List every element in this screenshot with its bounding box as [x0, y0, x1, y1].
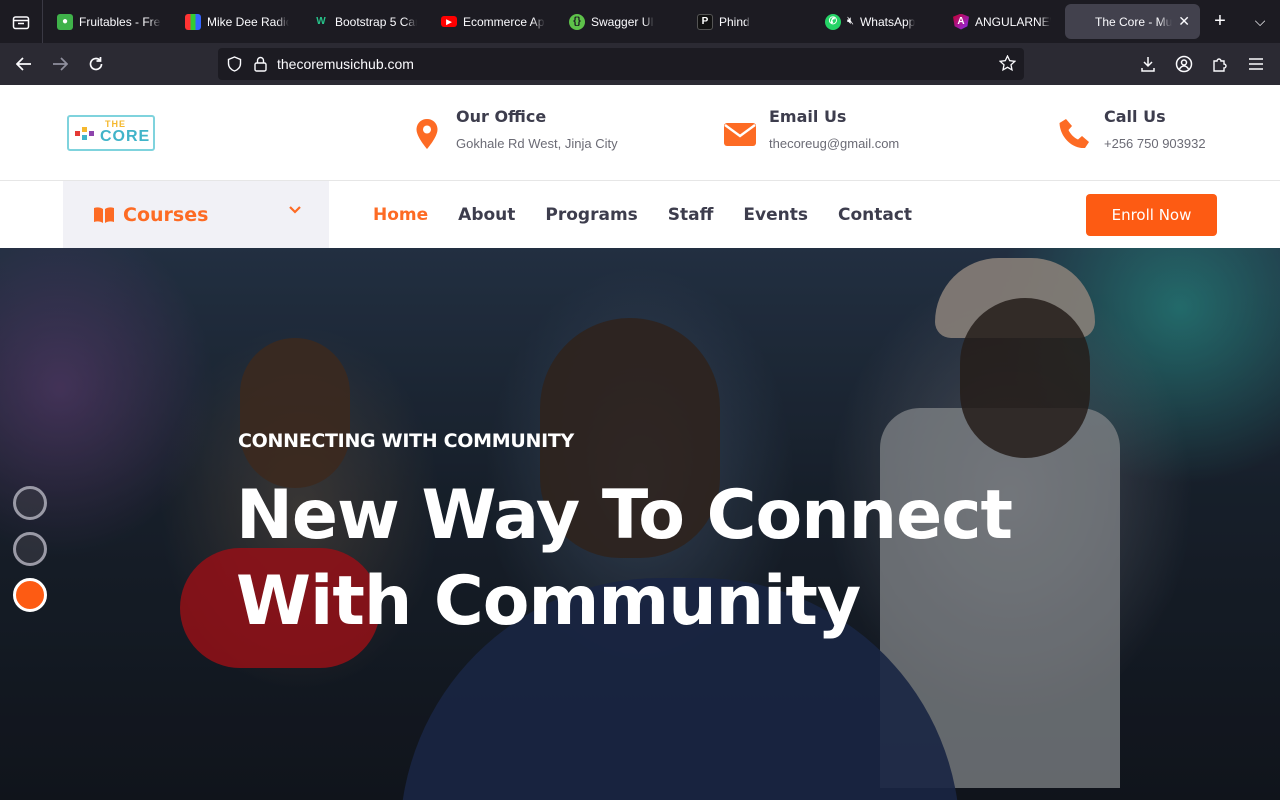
tab-swagger[interactable]: {} Swagger UI	[555, 0, 683, 43]
reload-button[interactable]	[78, 48, 114, 80]
nav-events[interactable]: Events	[743, 205, 808, 225]
tab-the-core[interactable]: The Core - Mu ✕	[1065, 4, 1200, 39]
tab-bootstrap[interactable]: W Bootstrap 5 Car	[299, 0, 427, 43]
book-icon	[94, 206, 114, 223]
top-info-bar: THE CORE Our Office Gokhale Rd West, Jin…	[0, 85, 1280, 181]
envelope-icon	[724, 123, 756, 146]
close-tab-icon[interactable]: ✕	[1178, 13, 1190, 30]
tab-overview-button[interactable]	[0, 0, 43, 43]
p-icon: P	[697, 13, 713, 30]
office-label: Our Office	[456, 107, 547, 126]
account-button[interactable]	[1166, 48, 1202, 80]
angular-icon: A	[953, 13, 969, 30]
bookmark-star-icon[interactable]	[999, 55, 1016, 72]
whatsapp-icon: ✆	[825, 13, 841, 30]
logo-block	[82, 127, 87, 132]
hero-kicker: CONNECTING WITH COMMUNITY	[238, 430, 574, 452]
site-logo[interactable]: THE CORE	[67, 115, 155, 151]
reload-icon	[89, 57, 103, 71]
nav-contact[interactable]: Contact	[838, 205, 912, 225]
lock-icon[interactable]	[254, 56, 267, 72]
tab-title: WhatsApp	[859, 14, 916, 29]
tab-title: ANGULARNEW	[975, 14, 1051, 29]
forward-arrow-icon	[53, 57, 68, 71]
tab-whatsapp[interactable]: ✆ 🔇︎ WhatsApp	[811, 0, 939, 43]
courses-dropdown[interactable]: Courses	[63, 181, 329, 248]
nav-menu: Home About Programs Staff Events Contact	[373, 181, 942, 248]
tab-title: Ecommerce App	[463, 14, 545, 29]
hero-slider: CONNECTING WITH COMMUNITY New Way To Con…	[0, 248, 1280, 800]
office-info: Our Office Gokhale Rd West, Jinja City	[410, 107, 618, 151]
main-navigation: Courses Home About Programs Staff Events…	[0, 181, 1280, 248]
muted-speaker-icon[interactable]: 🔇︎	[847, 15, 854, 28]
app-menu-button[interactable]	[1238, 48, 1274, 80]
logo-block	[89, 131, 94, 136]
phone-number[interactable]: +256 750 903932	[1104, 136, 1206, 151]
logo-block	[75, 131, 80, 136]
email-info: Email Us thecoreug@gmail.com	[723, 107, 899, 151]
back-button[interactable]	[6, 48, 42, 80]
hero-title: New Way To Connect With Community	[236, 473, 1136, 645]
tab-title: Bootstrap 5 Car	[335, 14, 417, 29]
logo-block	[82, 135, 87, 140]
slider-dot-3[interactable]	[13, 578, 47, 612]
tab-title: Fruitables - Free	[79, 14, 161, 29]
url-text[interactable]: thecoremusichub.com	[277, 56, 414, 72]
puzzle-icon	[1213, 58, 1227, 72]
logo-text-core: CORE	[100, 128, 151, 145]
new-tab-button[interactable]: +	[1200, 10, 1240, 33]
tab-angularnew[interactable]: A ANGULARNEW	[939, 0, 1061, 43]
nav-staff[interactable]: Staff	[668, 205, 714, 225]
nav-home[interactable]: Home	[373, 205, 428, 225]
call-label: Call Us	[1104, 107, 1166, 126]
tab-title: Mike Dee Radio	[207, 14, 289, 29]
chevron-down-icon	[289, 206, 301, 214]
browser-toolbar: thecoremusichub.com	[0, 43, 1280, 85]
shield-icon[interactable]	[227, 56, 242, 72]
office-address: Gokhale Rd West, Jinja City	[456, 136, 618, 151]
extensions-button[interactable]	[1202, 48, 1238, 80]
enroll-now-button[interactable]: Enroll Now	[1086, 194, 1217, 236]
grid-icon	[185, 13, 201, 30]
tab-fruitables[interactable]: ● Fruitables - Free	[43, 0, 171, 43]
nav-about[interactable]: About	[458, 205, 515, 225]
account-icon	[1175, 55, 1193, 73]
email-label: Email Us	[769, 107, 847, 126]
hero-title-line-1: New Way To Connect	[236, 476, 1013, 555]
w-icon: W	[316, 16, 326, 27]
nav-programs[interactable]: Programs	[545, 205, 637, 225]
address-bar[interactable]: thecoremusichub.com	[218, 48, 1024, 80]
tab-ecommerce-app[interactable]: ▶ Ecommerce App	[427, 0, 555, 43]
tab-mike-dee-radio[interactable]: Mike Dee Radio	[171, 0, 299, 43]
swagger-icon: {}	[569, 13, 585, 30]
browser-tab-bar: ● Fruitables - Free Mike Dee Radio W Boots…	[0, 0, 1280, 43]
slider-dot-2[interactable]	[13, 532, 47, 566]
back-arrow-icon	[16, 57, 31, 71]
tab-list-chevron-icon[interactable]: ⌵	[1240, 13, 1280, 30]
tab-list-icon	[12, 15, 30, 29]
call-info: Call Us +256 750 903932	[1058, 107, 1206, 151]
hero-title-line-2: With Community	[236, 562, 861, 641]
courses-label: Courses	[123, 203, 209, 226]
download-icon	[1141, 57, 1155, 72]
map-pin-icon	[416, 119, 438, 149]
phone-icon	[1059, 119, 1089, 149]
email-address[interactable]: thecoreug@gmail.com	[769, 136, 899, 151]
forward-button[interactable]	[42, 48, 78, 80]
tab-title: Phind	[719, 14, 750, 29]
downloads-button[interactable]	[1130, 48, 1166, 80]
leaf-icon: ●	[57, 13, 73, 30]
web-page: THE CORE Our Office Gokhale Rd West, Jin…	[0, 85, 1280, 800]
tab-title: Swagger UI	[591, 14, 654, 29]
tab-title: The Core - Mu	[1095, 14, 1173, 29]
slider-dot-1[interactable]	[13, 486, 47, 520]
tab-phind[interactable]: P Phind	[683, 0, 811, 43]
slider-dots	[13, 486, 47, 624]
youtube-icon: ▶	[441, 16, 457, 27]
hamburger-icon	[1249, 58, 1263, 70]
